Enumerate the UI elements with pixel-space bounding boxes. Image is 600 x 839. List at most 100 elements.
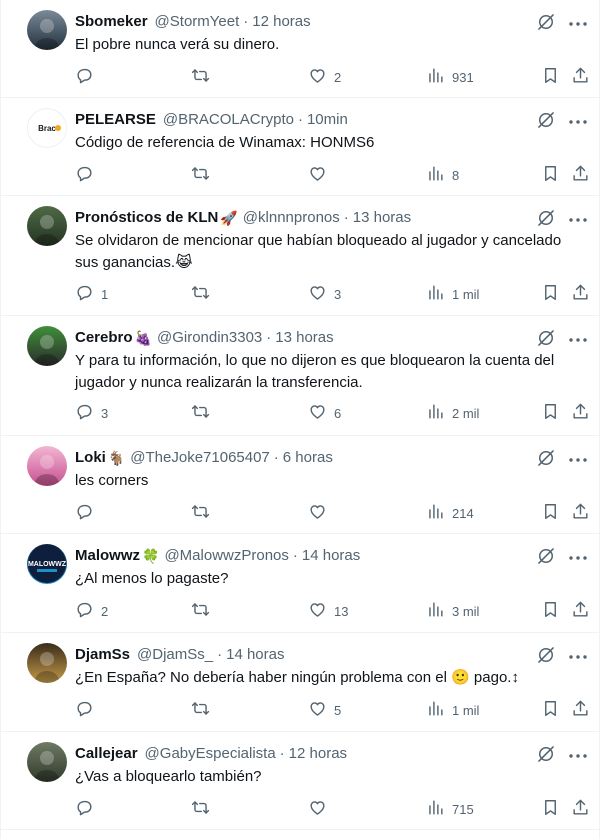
user-handle[interactable]: @GabyEspecialista xyxy=(145,744,276,764)
tweet-reply[interactable]: Cerebro 🍇 @Girondin3303 · 13 horas Y para tu … xyxy=(1,316,600,436)
more-options-icon[interactable] xyxy=(566,328,590,348)
share-button[interactable] xyxy=(571,502,590,524)
timestamp[interactable]: 13 horas xyxy=(275,328,333,348)
reply-button[interactable]: 3 xyxy=(75,402,108,424)
avatar[interactable]: MALOWWZ xyxy=(27,544,67,584)
share-button[interactable] xyxy=(571,699,590,721)
views-button[interactable]: 931 xyxy=(426,66,474,88)
tweet-reply[interactable]: MALOWWZ Malowwz 🍀 @MalowwzPronos · 14 horas ¿A… xyxy=(1,534,600,633)
grok-icon[interactable] xyxy=(536,12,556,32)
reply-button[interactable]: 1 xyxy=(75,283,108,305)
user-handle[interactable]: @MalowwzPronos xyxy=(164,546,288,566)
tweet-reply[interactable]: Callejear @GabyEspecialista · 12 horas ¿Vas … xyxy=(1,732,600,830)
user-handle[interactable]: @Girondin3303 xyxy=(157,328,262,348)
retweet-button[interactable] xyxy=(191,600,217,622)
like-button[interactable]: 5 xyxy=(308,699,341,721)
timestamp[interactable]: 12 horas xyxy=(252,12,310,32)
views-button[interactable]: 214 xyxy=(426,502,474,524)
user-handle[interactable]: @TheJoke71065407 xyxy=(130,448,270,468)
share-button[interactable] xyxy=(571,283,590,305)
grok-icon[interactable] xyxy=(536,208,556,228)
display-name[interactable]: Callejear xyxy=(75,744,138,764)
timestamp[interactable]: 6 horas xyxy=(283,448,333,468)
more-options-icon[interactable] xyxy=(566,546,590,566)
grok-icon[interactable] xyxy=(536,744,556,764)
reply-button[interactable] xyxy=(75,502,101,524)
grok-icon[interactable] xyxy=(536,546,556,566)
like-button[interactable]: 13 xyxy=(308,600,348,622)
avatar[interactable] xyxy=(27,446,67,486)
display-name[interactable]: Loki xyxy=(75,448,106,468)
like-button[interactable] xyxy=(308,164,334,186)
bookmark-button[interactable] xyxy=(541,402,560,424)
reply-button[interactable] xyxy=(75,798,101,820)
user-handle[interactable]: @BRACOLACrypto xyxy=(163,110,294,130)
like-button[interactable]: 6 xyxy=(308,402,341,424)
avatar[interactable] xyxy=(27,742,67,782)
views-button[interactable]: 8 xyxy=(426,164,459,186)
user-handle[interactable]: @StormYeet xyxy=(155,12,240,32)
views-button[interactable]: 2 mil xyxy=(426,402,479,424)
timestamp[interactable]: 12 horas xyxy=(289,744,347,764)
display-name[interactable]: PELEARSE xyxy=(75,110,156,130)
retweet-button[interactable] xyxy=(191,66,217,88)
avatar[interactable] xyxy=(27,206,67,246)
display-name[interactable]: Pronósticos de KLN xyxy=(75,208,218,228)
retweet-button[interactable] xyxy=(191,502,217,524)
grok-icon[interactable] xyxy=(536,645,556,665)
display-name[interactable]: DjamSs xyxy=(75,645,130,665)
grok-icon[interactable] xyxy=(536,448,556,468)
reply-button[interactable] xyxy=(75,164,101,186)
display-name[interactable]: Cerebro xyxy=(75,328,133,348)
more-options-icon[interactable] xyxy=(566,645,590,665)
bookmark-button[interactable] xyxy=(541,164,560,186)
tweet-reply[interactable]: Brac PELEARSE @BRACOLACrypto · 10min Código d… xyxy=(1,98,600,196)
tweet-reply[interactable]: Loki 🐐 @TheJoke71065407 · 6 horas les corners… xyxy=(1,436,600,534)
like-button[interactable] xyxy=(308,502,334,524)
bookmark-button[interactable] xyxy=(541,798,560,820)
grok-icon[interactable] xyxy=(536,328,556,348)
timestamp[interactable]: 14 horas xyxy=(302,546,360,566)
retweet-button[interactable] xyxy=(191,164,217,186)
more-options-icon[interactable] xyxy=(566,448,590,468)
tweet-reply[interactable]: Pronósticos de KLN 🚀 @klnnnpronos · 13 horas… xyxy=(1,196,600,316)
display-name[interactable]: Sbomeker xyxy=(75,12,148,32)
avatar[interactable]: Brac xyxy=(27,108,67,148)
more-options-icon[interactable] xyxy=(566,12,590,32)
bookmark-button[interactable] xyxy=(541,600,560,622)
reply-button[interactable] xyxy=(75,699,101,721)
like-button[interactable] xyxy=(308,798,334,820)
avatar[interactable] xyxy=(27,643,67,683)
avatar[interactable] xyxy=(27,326,67,366)
more-options-icon[interactable] xyxy=(566,110,590,130)
retweet-button[interactable] xyxy=(191,699,217,721)
reply-button[interactable]: 2 xyxy=(75,600,108,622)
more-options-icon[interactable] xyxy=(566,744,590,764)
bookmark-button[interactable] xyxy=(541,283,560,305)
reply-button[interactable] xyxy=(75,66,101,88)
bookmark-button[interactable] xyxy=(541,699,560,721)
like-button[interactable]: 2 xyxy=(308,66,341,88)
views-button[interactable]: 1 mil xyxy=(426,283,479,305)
share-button[interactable] xyxy=(571,402,590,424)
more-options-icon[interactable] xyxy=(566,208,590,228)
grok-icon[interactable] xyxy=(536,110,556,130)
user-handle[interactable]: @klnnnpronos xyxy=(243,208,340,228)
timestamp[interactable]: 14 horas xyxy=(226,645,284,665)
tweet-reply[interactable]: DjamSs @DjamSs_ · 14 horas ¿En España? No de… xyxy=(1,633,600,732)
share-button[interactable] xyxy=(571,600,590,622)
share-button[interactable] xyxy=(571,66,590,88)
timestamp[interactable]: 10min xyxy=(307,110,348,130)
retweet-button[interactable] xyxy=(191,402,217,424)
user-handle[interactable]: @DjamSs_ xyxy=(137,645,213,665)
views-button[interactable]: 715 xyxy=(426,798,474,820)
bookmark-button[interactable] xyxy=(541,66,560,88)
share-button[interactable] xyxy=(571,798,590,820)
views-button[interactable]: 1 mil xyxy=(426,699,479,721)
bookmark-button[interactable] xyxy=(541,502,560,524)
timestamp[interactable]: 13 horas xyxy=(353,208,411,228)
tweet-reply[interactable]: Sbomeker @StormYeet · 12 horas El pobre nunc… xyxy=(1,0,600,98)
like-button[interactable]: 3 xyxy=(308,283,341,305)
share-button[interactable] xyxy=(571,164,590,186)
display-name[interactable]: Malowwz xyxy=(75,546,140,566)
